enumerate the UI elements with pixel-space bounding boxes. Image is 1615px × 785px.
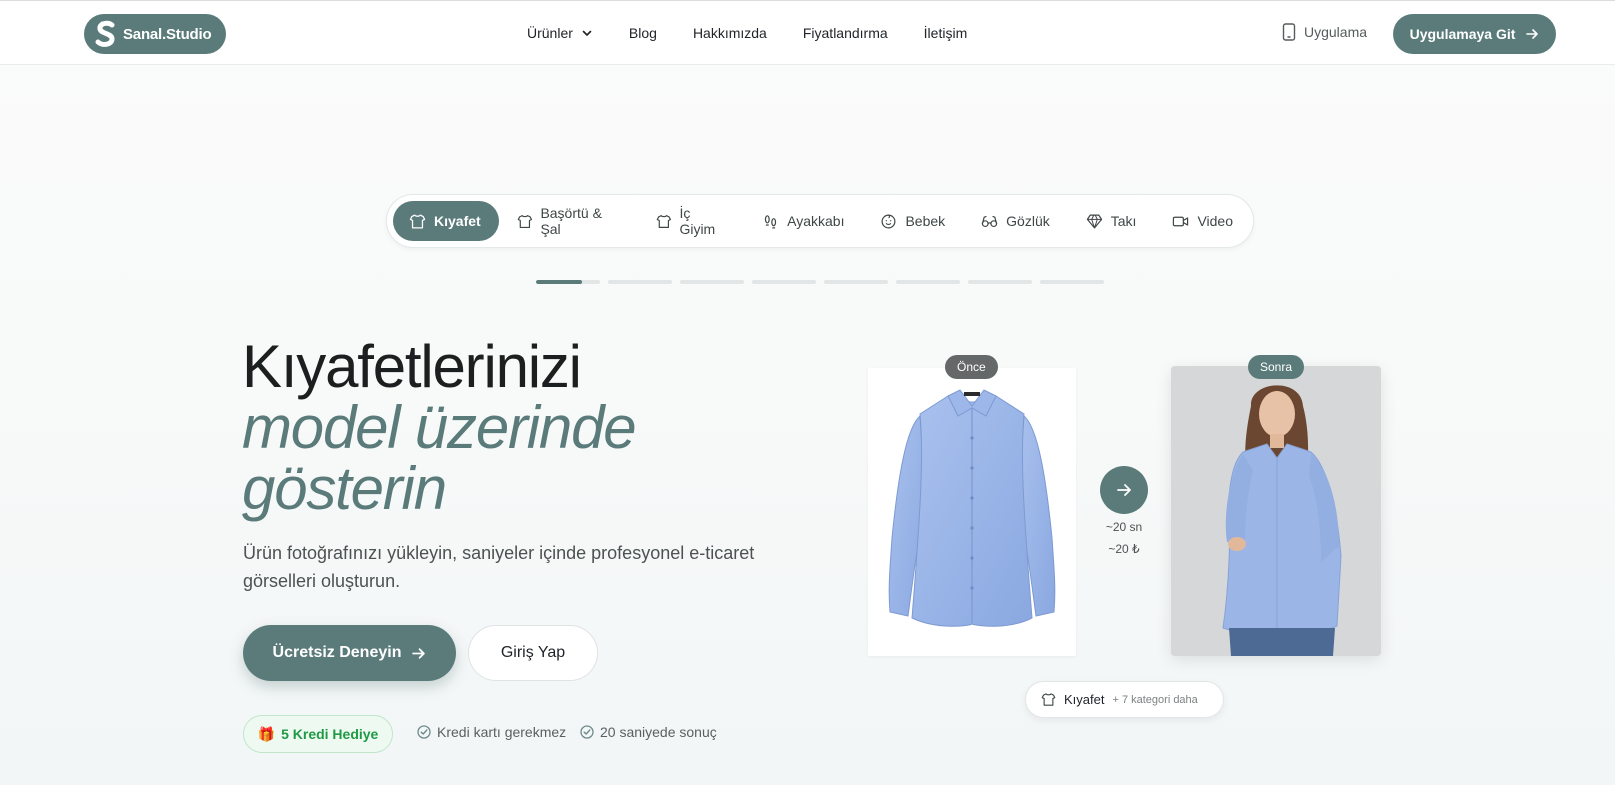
slide-progress-bar[interactable] [608, 280, 672, 284]
footprints-icon [764, 214, 777, 228]
check-circle-icon [417, 725, 431, 739]
slide-progress-bar[interactable] [968, 280, 1032, 284]
nav-hakkimizda[interactable]: Hakkımızda [693, 25, 767, 41]
chevron-down-icon [582, 30, 592, 36]
slide-progress-fill [536, 280, 583, 284]
tab-ic-giyim[interactable]: İç Giyim [640, 201, 744, 241]
after-image [1171, 366, 1381, 656]
feature-20-seconds-label: 20 saniyede sonuç [600, 724, 717, 740]
category-chip-name: Kıyafet [1064, 692, 1105, 707]
slide-progress-bar[interactable] [824, 280, 888, 284]
after-label-pill: Sonra [1248, 355, 1305, 379]
nav-urunler[interactable]: Ürünler [527, 25, 593, 41]
tab-gozluk-label: Gözlük [1006, 213, 1050, 229]
shirt-product-image [888, 389, 1056, 627]
before-label-pill: Önce [945, 355, 998, 379]
check-circle-icon [580, 725, 594, 739]
feature-20-seconds: 20 saniyede sonuç [580, 724, 717, 740]
before-image [868, 368, 1076, 656]
tab-bebek-label: Bebek [905, 213, 946, 229]
free-trial-label: Ücretsiz Deneyin [272, 644, 402, 661]
slide-progress-bar[interactable] [896, 280, 960, 284]
slide-progress-bar[interactable] [752, 280, 816, 284]
shirt-icon [1041, 693, 1056, 706]
feature-no-card: Kredi kartı gerekmez [417, 724, 566, 740]
tab-video-label: Video [1197, 213, 1233, 229]
nav-urunler-label: Ürünler [527, 25, 573, 41]
tab-video[interactable]: Video [1156, 201, 1251, 241]
gem-icon [1086, 214, 1102, 228]
main-nav: Ürünler Blog Hakkımızda Fiyatlandırma İl… [527, 1, 967, 65]
go-to-app-button[interactable]: Uygulamaya Git [1393, 14, 1556, 54]
shirt-icon [656, 214, 671, 228]
smartphone-icon [1282, 23, 1296, 41]
tab-ayakkabi[interactable]: Ayakkabı [746, 201, 862, 241]
nav-fiyatlandirma[interactable]: Fiyatlandırma [803, 25, 888, 41]
app-link-label: Uygulama [1304, 24, 1368, 40]
login-button[interactable]: Giriş Yap [468, 625, 598, 681]
hero-title-line3: gösterin [242, 455, 447, 522]
hero-title-line2: model üzerinde [242, 394, 637, 461]
app-link[interactable]: Uygulama [1282, 23, 1367, 41]
login-label: Giriş Yap [500, 644, 566, 661]
category-chip[interactable]: Kıyafet + 7 kategori daha [1025, 681, 1224, 718]
process-cost: ~20 ₺ [1108, 542, 1140, 556]
tab-taki[interactable]: Takı [1070, 201, 1155, 241]
arrow-right-icon [412, 647, 426, 659]
tab-kiyafet-label: Kıyafet [434, 213, 481, 229]
brand-name: Sanal.Studio [123, 25, 212, 43]
navbar: Sanal.Studio Ürünler Blog Hakkımızda Fiy… [0, 1, 1615, 65]
category-tabs: Kıyafet Başörtü & Şal İç Giyim Ayakkabı … [386, 194, 1254, 248]
tab-ayakkabi-label: Ayakkabı [787, 213, 845, 229]
go-to-app-label: Uygulamaya Git [1409, 26, 1516, 42]
credit-gift-badge: 🎁 5 Kredi Hediye [243, 715, 393, 753]
glasses-icon [981, 215, 998, 227]
hero-subtitle: Ürün fotoğrafınızı yükleyin, saniyeler i… [243, 543, 755, 591]
video-icon [1173, 216, 1189, 226]
logo-mark-icon [95, 20, 115, 47]
slide-progress-bar[interactable] [680, 280, 744, 284]
brand-logo[interactable]: Sanal.Studio [84, 14, 226, 54]
tab-ic-giyim-label: İç Giyim [679, 205, 716, 237]
shirt-icon [409, 213, 426, 229]
model-photo-image [1171, 366, 1381, 656]
nav-blog[interactable]: Blog [629, 25, 657, 41]
shirt-icon [517, 214, 532, 228]
slide-progress-bar[interactable] [536, 280, 600, 284]
slide-progress-bar[interactable] [1040, 280, 1104, 284]
arrow-right-icon [1117, 484, 1131, 496]
slide-progress [536, 280, 1112, 284]
feature-no-card-label: Kredi kartı gerekmez [437, 724, 567, 740]
process-time: ~20 sn [1105, 520, 1143, 534]
hero-title-line1: Kıyafetlerinizi [242, 333, 582, 400]
credit-gift-label: 5 Kredi Hediye [281, 726, 379, 742]
tab-bebek[interactable]: Bebek [864, 201, 963, 241]
category-chip-more: + 7 kategori daha [1112, 693, 1198, 706]
tab-basortu-sal-label: Başörtü & Şal [540, 205, 602, 237]
tab-gozluk[interactable]: Gözlük [965, 201, 1068, 241]
nav-iletisim[interactable]: İletişim [924, 25, 968, 41]
arrow-right-icon [1526, 29, 1539, 39]
free-trial-button[interactable]: Ücretsiz Deneyin [243, 625, 456, 681]
gift-icon: 🎁 [257, 725, 276, 742]
tab-taki-label: Takı [1110, 213, 1137, 229]
baby-icon [881, 214, 896, 228]
transform-arrow [1100, 466, 1148, 514]
tab-kiyafet[interactable]: Kıyafet [393, 201, 499, 241]
tab-basortu-sal[interactable]: Başörtü & Şal [501, 201, 638, 241]
